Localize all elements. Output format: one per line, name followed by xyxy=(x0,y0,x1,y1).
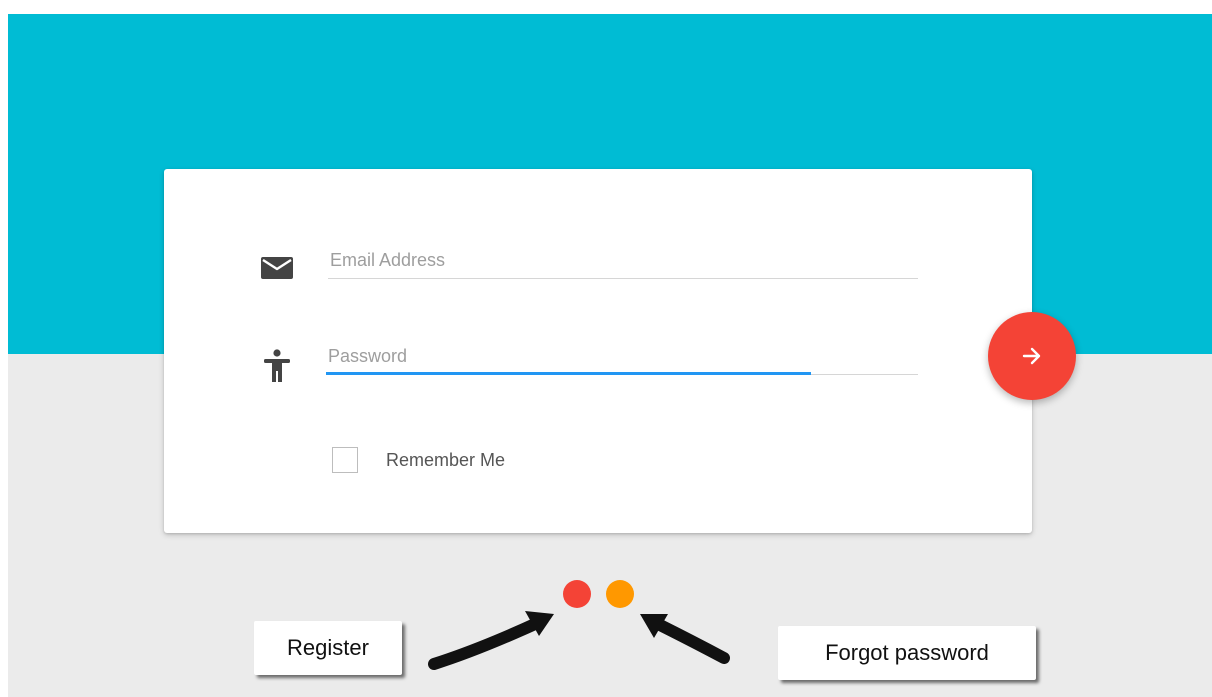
email-field[interactable] xyxy=(328,243,918,279)
forgot-password-arrow-icon xyxy=(640,614,730,664)
register-arrow-icon xyxy=(428,611,554,670)
forgot-password-dot-button[interactable] xyxy=(606,580,634,608)
page-background: Remember Me Register Forgot password xyxy=(8,14,1212,697)
register-callout-label: Register xyxy=(287,635,369,660)
email-underline xyxy=(328,278,918,279)
forgot-password-callout: Forgot password xyxy=(778,626,1036,680)
remember-me-label: Remember Me xyxy=(386,449,506,470)
remember-me-row[interactable]: Remember Me xyxy=(332,445,505,475)
submit-button[interactable] xyxy=(988,312,1076,400)
remember-me-checkbox[interactable] xyxy=(332,447,358,473)
forgot-password-callout-label: Forgot password xyxy=(825,640,989,665)
arrow-right-icon xyxy=(1022,347,1041,365)
password-input[interactable] xyxy=(326,339,918,373)
password-field[interactable] xyxy=(326,339,918,375)
login-card: Remember Me xyxy=(164,169,1032,533)
password-focus-underline xyxy=(326,372,811,375)
accessibility-person-icon xyxy=(264,349,290,382)
envelope-icon xyxy=(261,257,293,279)
register-callout: Register xyxy=(254,621,402,675)
register-dot-button[interactable] xyxy=(563,580,591,608)
email-input[interactable] xyxy=(328,243,918,277)
